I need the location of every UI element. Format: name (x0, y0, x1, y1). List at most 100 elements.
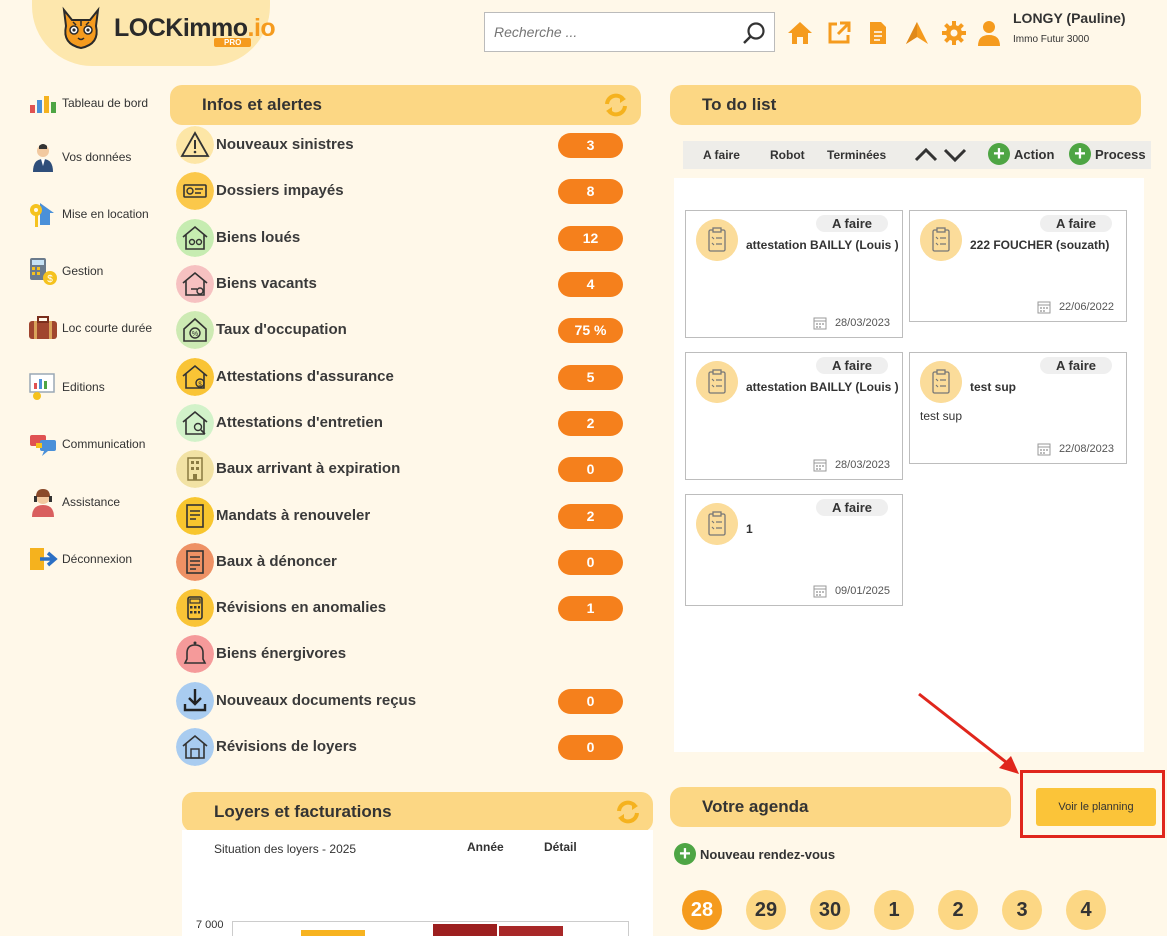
info-row-insurance[interactable]: $ Attestations d'assurance 5 (176, 358, 626, 396)
day-29[interactable]: 29 (746, 890, 786, 930)
sidebar-item-logout[interactable]: Déconnexion (28, 544, 132, 574)
day-1[interactable]: 1 (874, 890, 914, 930)
count-badge[interactable]: 2 (558, 411, 623, 436)
sidebar-item-rental[interactable]: Mise en location (28, 199, 149, 229)
tab-a-faire[interactable]: A faire (703, 148, 740, 162)
sidebar-item-dashboard[interactable]: Tableau de bord (28, 88, 148, 118)
info-label: Nouveaux documents reçus (216, 692, 417, 709)
chevron-up-icon[interactable] (913, 145, 939, 165)
card-title: 1 (746, 522, 753, 536)
sidebar-item-label: Gestion (62, 264, 104, 278)
report-icon (29, 373, 55, 400)
count-badge[interactable]: 5 (558, 365, 623, 390)
new-appointment-label: Nouveau rendez-vous (700, 846, 836, 862)
sidebar-item-communication[interactable]: Communication (28, 429, 145, 459)
info-row-maintenance[interactable]: Attestations d'entretien 2 (176, 404, 626, 442)
todo-card[interactable]: A faire 1 09/01/2025 (685, 494, 903, 606)
card-date: 22/08/2023 (1037, 442, 1114, 456)
info-row-mandates[interactable]: Mandats à renouveler 2 (176, 497, 626, 535)
annotation-highlight-box (1020, 770, 1165, 838)
calculator-icon (176, 589, 214, 627)
clipboard-icon (696, 361, 738, 403)
todo-card[interactable]: A faire attestation BAILLY (Louis ) 28/0… (685, 352, 903, 480)
day-2[interactable]: 2 (938, 890, 978, 930)
sidebar-item-editions[interactable]: Editions (28, 372, 105, 402)
card-title: test sup (970, 380, 1017, 394)
rented-house-icon (176, 219, 214, 257)
clipboard-icon (696, 503, 738, 545)
count-badge[interactable]: 4 (558, 272, 623, 297)
count-badge[interactable]: 1 (558, 596, 623, 621)
tab-annee[interactable]: Année (467, 840, 504, 854)
agenda-panel-header: Votre agenda (670, 787, 1011, 827)
refresh-icon[interactable] (615, 799, 641, 825)
download-icon (176, 682, 214, 720)
count-badge[interactable]: 2 (558, 504, 623, 529)
sidebar-item-short-rental[interactable]: Loc courte durée (28, 313, 152, 343)
sidebar-item-label: Editions (62, 380, 105, 394)
info-row-occupancy[interactable]: % Taux d'occupation 75 % (176, 311, 626, 349)
sidebar-item-data[interactable]: Vos données (28, 142, 131, 172)
suitcase-icon (29, 316, 57, 339)
info-row-vacant[interactable]: Biens vacants 4 (176, 265, 626, 303)
info-row-new-documents[interactable]: Nouveaux documents reçus 0 (176, 682, 626, 720)
chevron-down-icon[interactable] (942, 145, 968, 165)
todo-card[interactable]: A faire attestation BAILLY (Louis ) 28/0… (685, 210, 903, 338)
user-icon[interactable] (976, 20, 1002, 46)
gear-icon[interactable] (941, 20, 967, 46)
day-28[interactable]: 28 (682, 890, 722, 930)
day-4[interactable]: 4 (1066, 890, 1106, 930)
external-link-icon[interactable] (826, 20, 852, 46)
tab-terminees[interactable]: Terminées (827, 148, 886, 162)
search-icon[interactable] (742, 21, 766, 45)
info-row-leases-to-terminate[interactable]: Baux à dénoncer 0 (176, 543, 626, 581)
count-badge[interactable]: 3 (558, 133, 623, 158)
info-row-claims[interactable]: Nouveaux sinistres 3 (176, 126, 626, 164)
status-badge: A faire (816, 499, 888, 516)
todo-card[interactable]: A faire test sup test sup 22/08/2023 (909, 352, 1127, 464)
home-icon[interactable] (787, 20, 813, 46)
info-row-energy[interactable]: Biens énergivores (176, 635, 626, 673)
info-row-rented[interactable]: Biens loués 12 (176, 219, 626, 257)
refresh-icon[interactable] (603, 92, 629, 118)
info-row-expiring-leases[interactable]: Baux arrivant à expiration 0 (176, 450, 626, 488)
count-badge[interactable]: 75 % (558, 318, 623, 343)
tab-robot[interactable]: Robot (770, 148, 805, 162)
sidebar-item-support[interactable]: Assistance (28, 487, 120, 517)
add-action-button[interactable]: + Action (988, 143, 1054, 165)
agenda-panel-title: Votre agenda (702, 797, 809, 816)
info-label: Attestations d'entretien (216, 414, 383, 431)
chart-bar (301, 930, 365, 936)
info-row-rent-revisions[interactable]: Révisions de loyers 0 (176, 728, 626, 766)
todo-card[interactable]: A faire 222 FOUCHER (souzath) 22/06/2022 (909, 210, 1127, 322)
count-badge[interactable]: 0 (558, 735, 623, 760)
count-badge[interactable]: 8 (558, 179, 623, 204)
document-icon[interactable] (865, 20, 891, 46)
info-row-revision-anomalies[interactable]: Révisions en anomalies 1 (176, 589, 626, 627)
search-input[interactable] (485, 13, 725, 51)
day-3[interactable]: 3 (1002, 890, 1042, 930)
add-process-button[interactable]: + Process (1069, 143, 1146, 165)
info-label: Baux à dénoncer (216, 553, 337, 570)
sidebar-item-management[interactable]: $ Gestion (28, 256, 103, 286)
info-label: Biens énergivores (216, 645, 347, 662)
info-label: Nouveaux sinistres (216, 136, 354, 153)
plus-icon: + (674, 843, 696, 865)
day-30[interactable]: 30 (810, 890, 850, 930)
info-label: Biens loués (216, 229, 301, 246)
new-appointment-button[interactable]: + Nouveau rendez-vous (674, 843, 835, 865)
chart-bar (499, 926, 563, 936)
count-badge[interactable]: 0 (558, 689, 623, 714)
navigation-arrow-icon[interactable] (904, 20, 930, 46)
count-badge[interactable]: 0 (558, 457, 623, 482)
tab-detail[interactable]: Détail (544, 840, 577, 854)
user-name[interactable]: LONGY (Pauline) (1013, 10, 1126, 26)
headset-icon (32, 489, 54, 517)
info-label: Révisions de loyers (216, 738, 357, 755)
clipboard-icon (920, 219, 962, 261)
count-badge[interactable]: 0 (558, 550, 623, 575)
building-icon (176, 450, 214, 488)
loyers-panel-title: Loyers et facturations (214, 802, 392, 821)
count-badge[interactable]: 12 (558, 226, 623, 251)
info-row-unpaid[interactable]: Dossiers impayés 8 (176, 172, 626, 210)
